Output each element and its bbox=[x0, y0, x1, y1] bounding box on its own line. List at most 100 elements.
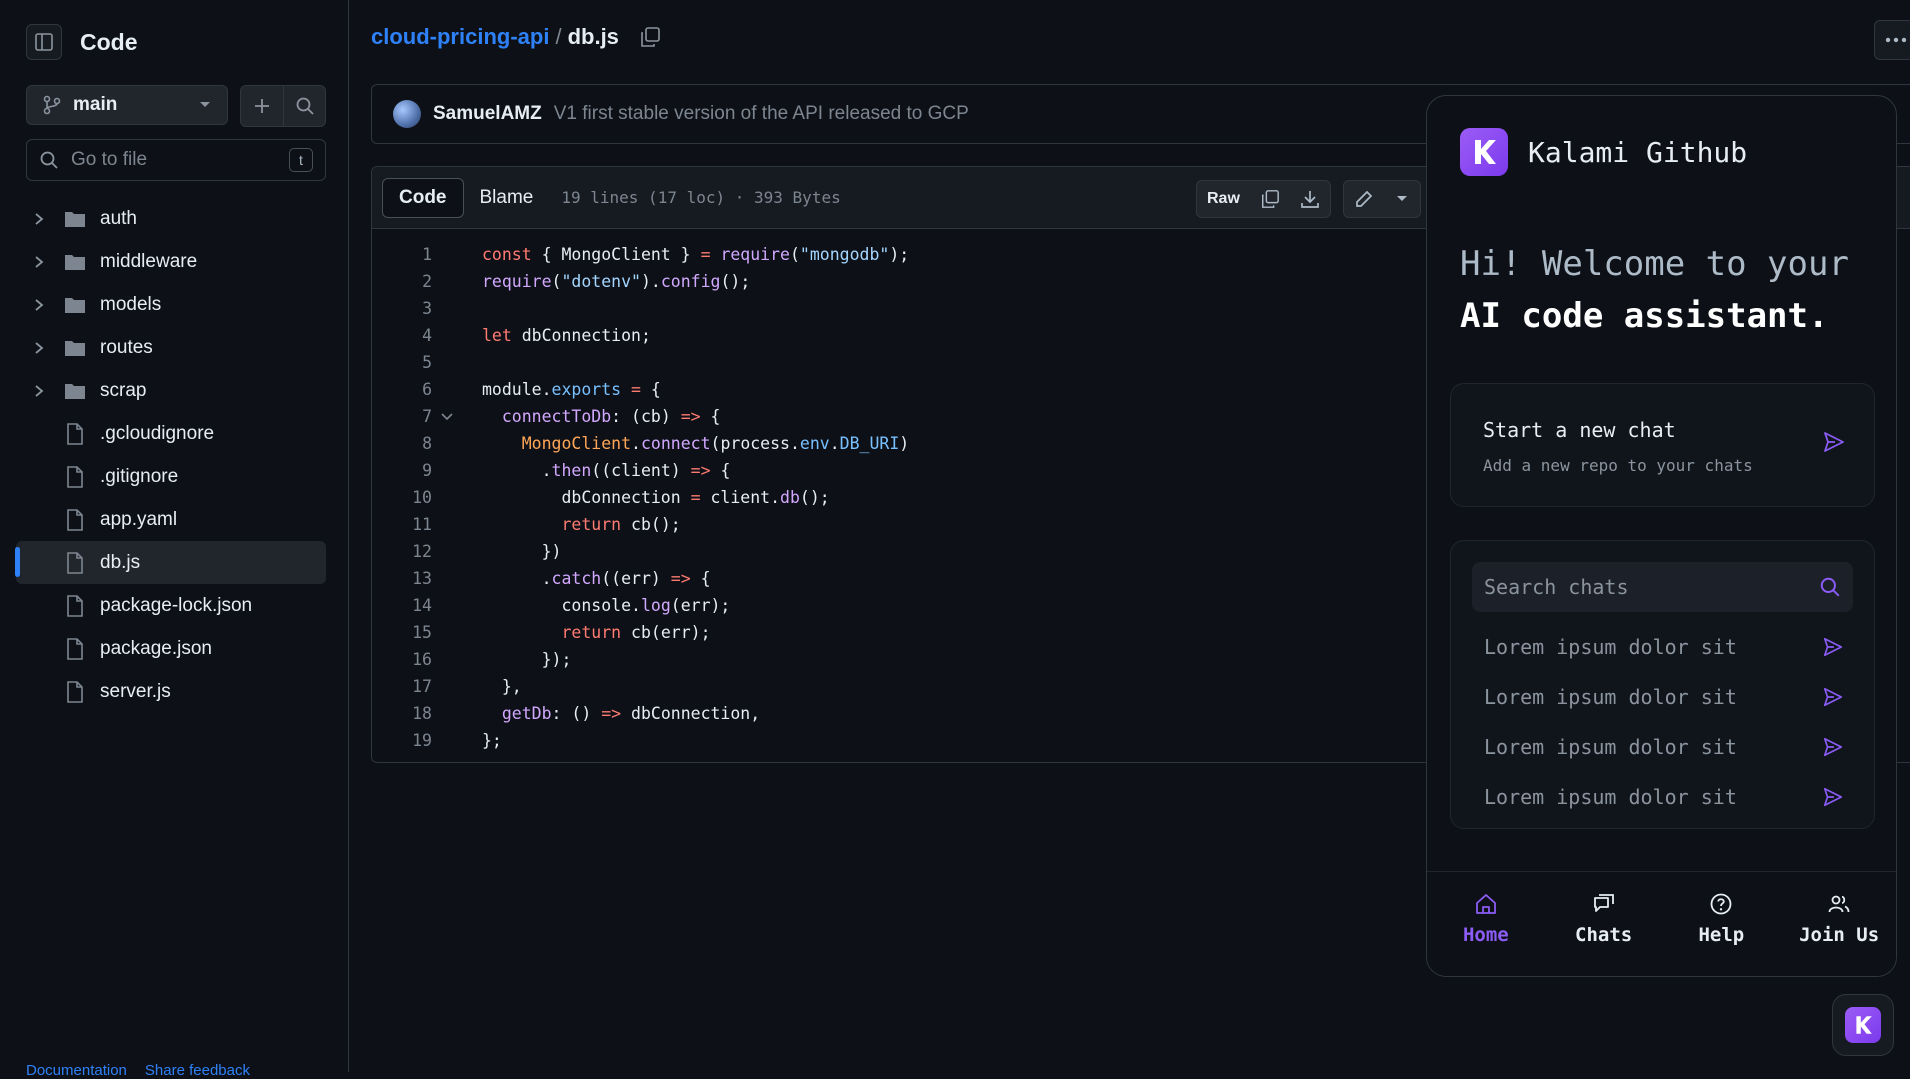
search-icon bbox=[39, 150, 59, 170]
code-text: const { MongoClient } = require("mongodb… bbox=[482, 245, 910, 264]
download-button[interactable] bbox=[1290, 181, 1330, 217]
code-text: }, bbox=[482, 677, 522, 696]
file-icon bbox=[64, 422, 86, 445]
tree-file-package-json[interactable]: package.json bbox=[16, 627, 326, 670]
chat-list-item[interactable]: Lorem ipsum dolor sit bbox=[1484, 622, 1844, 672]
people-icon bbox=[1827, 892, 1851, 916]
code-text: module.exports = { bbox=[482, 380, 661, 399]
nav-chats-label: Chats bbox=[1575, 924, 1633, 946]
branch-name: main bbox=[73, 94, 118, 115]
nav-help[interactable]: Help bbox=[1663, 872, 1781, 976]
line-number[interactable]: 2 bbox=[372, 268, 432, 295]
nav-chats[interactable]: Chats bbox=[1545, 872, 1663, 976]
tab-code[interactable]: Code bbox=[382, 177, 464, 218]
line-number[interactable]: 10 bbox=[372, 484, 432, 511]
tree-item-label: routes bbox=[100, 336, 153, 358]
branch-icon bbox=[43, 95, 61, 115]
send-arrow-icon bbox=[1822, 636, 1844, 658]
tree-folder-routes[interactable]: routes bbox=[16, 326, 326, 369]
tree-item-label: .gitignore bbox=[100, 465, 179, 487]
chat-list-item[interactable]: Lorem ipsum dolor sit bbox=[1484, 722, 1844, 772]
line-number[interactable]: 17 bbox=[372, 673, 432, 700]
line-number[interactable]: 6 bbox=[372, 376, 432, 403]
kalami-logo-icon bbox=[1460, 128, 1508, 176]
send-arrow-icon bbox=[1822, 736, 1844, 758]
repo-link[interactable]: cloud-pricing-api bbox=[371, 24, 549, 50]
tree-item-label: .gcloudignore bbox=[100, 422, 215, 444]
tree-folder-auth[interactable]: auth bbox=[16, 197, 326, 240]
line-number[interactable]: 11 bbox=[372, 511, 432, 538]
send-arrow-icon[interactable] bbox=[1822, 430, 1846, 454]
line-number[interactable]: 13 bbox=[372, 565, 432, 592]
nav-home[interactable]: Home bbox=[1427, 872, 1545, 976]
share-feedback-link[interactable]: Share feedback bbox=[145, 1062, 250, 1079]
line-number[interactable]: 3 bbox=[372, 295, 432, 322]
line-number[interactable]: 4 bbox=[372, 322, 432, 349]
nav-join-us[interactable]: Join Us bbox=[1780, 872, 1896, 976]
avatar[interactable] bbox=[393, 100, 421, 128]
breadcrumb: cloud-pricing-api / db.js bbox=[371, 24, 661, 50]
code-text: }); bbox=[482, 650, 572, 669]
tree-file-server-js[interactable]: server.js bbox=[16, 670, 326, 713]
fold-chevron-icon[interactable] bbox=[440, 403, 454, 430]
new-chat-title: Start a new chat bbox=[1483, 418, 1676, 442]
add-file-button[interactable] bbox=[241, 86, 283, 126]
line-number[interactable]: 1 bbox=[372, 241, 432, 268]
kalami-launcher-button[interactable] bbox=[1832, 994, 1894, 1056]
go-to-file-input[interactable]: Go to file t bbox=[26, 139, 326, 181]
keyboard-shortcut-hint: t bbox=[289, 148, 313, 172]
line-number[interactable]: 7 bbox=[372, 403, 453, 430]
tree-file-gcloudignore[interactable]: .gcloudignore bbox=[16, 412, 326, 455]
assistant-title: Kalami Github bbox=[1528, 135, 1748, 169]
tree-folder-models[interactable]: models bbox=[16, 283, 326, 326]
tree-file-gitignore[interactable]: .gitignore bbox=[16, 455, 326, 498]
tree-file-package-lock-json[interactable]: package-lock.json bbox=[16, 584, 326, 627]
line-number[interactable]: 15 bbox=[372, 619, 432, 646]
tree-file-app-yaml[interactable]: app.yaml bbox=[16, 498, 326, 541]
help-icon bbox=[1709, 892, 1733, 916]
tree-file-db-js[interactable]: db.js bbox=[15, 541, 326, 584]
search-icon[interactable] bbox=[1819, 576, 1841, 598]
commit-author[interactable]: SamuelAMZ bbox=[433, 103, 542, 125]
chevron-right-icon bbox=[28, 341, 50, 355]
line-number[interactable]: 18 bbox=[372, 700, 432, 727]
commit-message[interactable]: V1 first stable version of the API relea… bbox=[554, 103, 969, 125]
line-number[interactable]: 12 bbox=[372, 538, 432, 565]
chevron-right-icon bbox=[28, 255, 50, 269]
line-number[interactable]: 16 bbox=[372, 646, 432, 673]
breadcrumb-separator: / bbox=[555, 24, 562, 49]
tree-item-label: package.json bbox=[100, 637, 212, 659]
more-options-button[interactable] bbox=[1874, 20, 1910, 60]
line-number[interactable]: 19 bbox=[372, 727, 432, 754]
edit-options-button[interactable] bbox=[1384, 181, 1420, 217]
assistant-panel: Kalami Github Hi! Welcome to your AI cod… bbox=[1426, 95, 1897, 977]
search-code-button[interactable] bbox=[283, 86, 325, 126]
line-number[interactable]: 8 bbox=[372, 430, 432, 457]
tree-folder-middleware[interactable]: middleware bbox=[16, 240, 326, 283]
edit-file-button[interactable] bbox=[1344, 181, 1384, 217]
copy-path-icon[interactable] bbox=[639, 26, 661, 48]
nav-join-us-label: Join Us bbox=[1799, 924, 1880, 946]
start-new-chat-card[interactable]: Start a new chat Add a new repo to your … bbox=[1450, 383, 1875, 507]
collapse-sidebar-button[interactable] bbox=[26, 24, 62, 60]
branch-selector[interactable]: main bbox=[26, 85, 228, 125]
line-number[interactable]: 5 bbox=[372, 349, 432, 376]
kebab-horizontal-icon bbox=[1885, 37, 1907, 43]
search-chats-input[interactable]: Search chats bbox=[1472, 562, 1853, 612]
code-text: connectToDb: (cb) => { bbox=[501, 407, 721, 426]
chat-list-item[interactable]: Lorem ipsum dolor sit bbox=[1484, 672, 1844, 722]
line-number[interactable]: 14 bbox=[372, 592, 432, 619]
code-text: .then((client) => { bbox=[482, 461, 731, 480]
line-number[interactable]: 9 bbox=[372, 457, 432, 484]
chevron-right-icon bbox=[28, 212, 50, 226]
code-text: }) bbox=[482, 542, 562, 561]
tab-blame[interactable]: Blame bbox=[464, 178, 550, 218]
documentation-link[interactable]: Documentation bbox=[26, 1062, 127, 1079]
copy-raw-button[interactable] bbox=[1250, 181, 1290, 217]
tree-item-label: middleware bbox=[100, 250, 198, 272]
tree-folder-scrap[interactable]: scrap bbox=[16, 369, 326, 412]
tree-item-label: app.yaml bbox=[100, 508, 178, 530]
raw-button[interactable]: Raw bbox=[1197, 181, 1250, 217]
chat-list-item[interactable]: Lorem ipsum dolor sit bbox=[1484, 772, 1844, 822]
